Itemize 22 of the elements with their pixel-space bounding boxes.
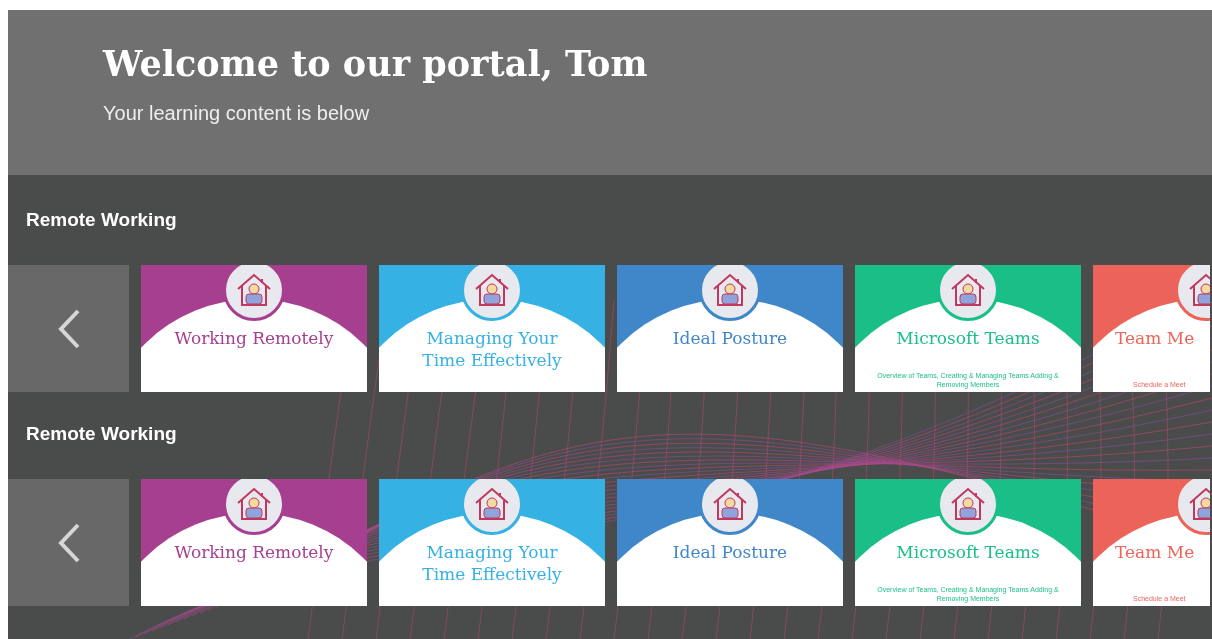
previous-button[interactable]	[8, 479, 129, 606]
card-title: Team Me	[1115, 541, 1195, 563]
card-title: Working Remotely	[173, 327, 335, 349]
welcome-title: Welcome to our portal, Tom	[103, 42, 649, 86]
card-title: Team Me	[1115, 327, 1195, 349]
card-title: Microsoft Teams	[895, 541, 1041, 563]
card-title: Microsoft Teams	[895, 327, 1041, 349]
course-card[interactable]: Ideal Posture	[617, 265, 843, 392]
section-title: Remote Working	[25, 422, 178, 446]
course-card[interactable]: Working Remotely	[141, 265, 367, 392]
card-title: Managing Your Time Effectively	[421, 327, 563, 371]
course-card[interactable]: Managing Your Time Effectively	[379, 479, 605, 606]
card-title: Managing Your Time Effectively	[421, 541, 563, 585]
course-card[interactable]: Managing Your Time Effectively	[379, 265, 605, 392]
welcome-subtitle: Your learning content is below	[103, 101, 371, 126]
course-card[interactable]: Ideal Posture	[617, 479, 843, 606]
card-title: Working Remotely	[173, 541, 335, 563]
previous-button[interactable]	[8, 265, 129, 392]
card-title: Ideal Posture	[671, 327, 789, 349]
card-title: Ideal Posture	[671, 541, 789, 563]
course-card[interactable]: Working Remotely	[141, 479, 367, 606]
section-title: Remote Working	[25, 208, 178, 232]
